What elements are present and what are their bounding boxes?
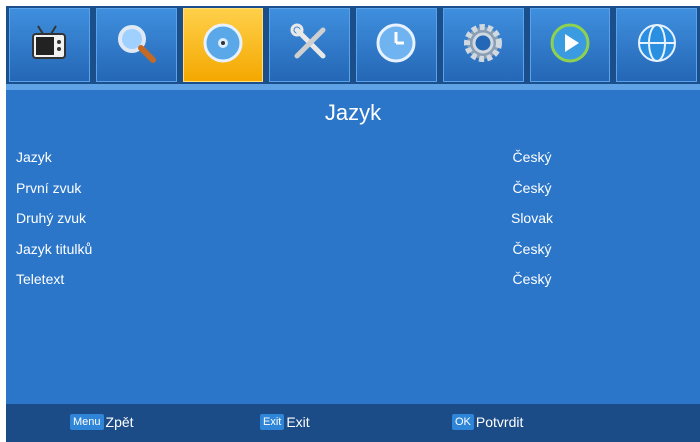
setting-label: Jazyk — [16, 149, 52, 165]
settings-screen: Jazyk Jazyk Český První zvuk Český Druhý… — [6, 6, 700, 442]
disc-icon — [198, 18, 248, 73]
setting-label: Jazyk titulků — [16, 240, 93, 257]
confirm-hint[interactable]: OK Potvrdit — [452, 414, 523, 430]
setting-value[interactable]: Český — [492, 180, 572, 196]
setting-row-subtitle-language[interactable]: Jazyk titulků Český — [6, 234, 700, 265]
setting-value[interactable]: Český — [492, 241, 572, 257]
exit-hint[interactable]: Exit Exit — [260, 414, 310, 430]
button-hint-bar: Menu Zpět Exit Exit OK Potvrdit — [6, 404, 700, 442]
tools-icon — [285, 18, 335, 73]
back-hint-label: Zpět — [105, 414, 134, 430]
setting-value[interactable]: Český — [492, 149, 572, 165]
setting-value[interactable]: Český — [492, 271, 572, 287]
setting-label: Teletext — [16, 271, 65, 287]
exit-key-badge: Exit — [260, 414, 285, 430]
tab-tv[interactable] — [9, 8, 90, 82]
play-icon — [545, 18, 595, 73]
setting-value[interactable]: Slovak — [492, 210, 572, 226]
setting-label: První zvuk — [16, 179, 82, 196]
back-hint[interactable]: Menu Zpět — [70, 414, 134, 430]
tab-search[interactable] — [95, 8, 177, 82]
ok-key-badge: OK — [452, 414, 474, 430]
menu-tab-bar — [6, 6, 700, 84]
tab-tools[interactable] — [269, 8, 350, 82]
globe-icon — [632, 18, 682, 73]
search-icon — [111, 18, 161, 73]
setting-row-teletext[interactable]: Teletext Český — [6, 264, 700, 295]
tab-network[interactable] — [616, 8, 697, 82]
exit-hint-label: Exit — [286, 414, 310, 430]
tab-bar-divider — [6, 84, 700, 90]
gear-icon — [458, 18, 508, 73]
tv-icon — [24, 18, 74, 73]
setting-row-second-audio[interactable]: Druhý zvuk Slovak — [6, 203, 700, 234]
setting-label: Druhý zvuk — [16, 210, 87, 226]
tab-disc[interactable] — [182, 8, 264, 82]
page-title: Jazyk — [324, 100, 382, 125]
confirm-hint-label: Potvrdit — [475, 414, 524, 430]
tab-time[interactable] — [356, 8, 437, 82]
setting-row-first-audio[interactable]: První zvuk Český — [6, 173, 700, 204]
tab-settings[interactable] — [442, 8, 524, 82]
setting-row-language[interactable]: Jazyk Český — [6, 142, 700, 173]
tab-media[interactable] — [529, 8, 611, 82]
clock-icon — [371, 18, 421, 73]
menu-key-badge: Menu — [70, 414, 104, 430]
settings-list: Jazyk Český První zvuk Český Druhý zvuk … — [6, 142, 700, 295]
